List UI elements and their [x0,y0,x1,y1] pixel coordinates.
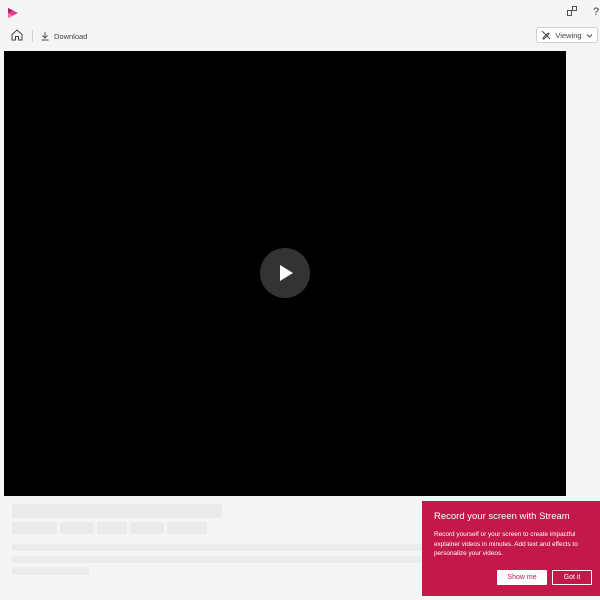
home-button[interactable] [10,28,26,44]
description-placeholder [12,544,422,551]
viewing-label: Viewing [555,30,582,40]
viewing-mode-button[interactable]: Viewing [536,27,598,43]
record-screen-promo: Record your screen with Stream Record yo… [422,501,600,596]
got-it-button[interactable]: Got it [552,570,592,585]
play-button[interactable] [260,248,310,298]
play-icon [280,265,293,281]
app-header: ? [0,0,600,24]
download-button[interactable]: Download [40,28,87,44]
meta-placeholder [97,522,127,534]
meta-placeholder [60,522,94,534]
help-icon[interactable]: ? [589,5,600,19]
description-placeholder [12,556,422,563]
download-label: Download [54,31,88,41]
promo-body: Record yourself or your screen to create… [434,531,578,557]
meta-placeholder [12,522,57,534]
meta-placeholder [167,522,207,534]
edit-off-icon [542,30,551,40]
home-icon [11,29,23,41]
chevron-down-icon [586,33,592,38]
show-me-button[interactable]: Show me [497,570,547,585]
promo-title: Record your screen with Stream [434,511,570,522]
toolbar: Download [0,26,600,46]
share-icon[interactable] [565,5,579,19]
stream-logo-icon[interactable] [7,6,19,18]
video-player[interactable] [4,51,566,496]
download-icon [41,32,49,41]
description-placeholder [12,567,89,575]
title-placeholder [12,504,222,518]
toolbar-divider [32,30,33,42]
meta-placeholder [130,522,164,534]
